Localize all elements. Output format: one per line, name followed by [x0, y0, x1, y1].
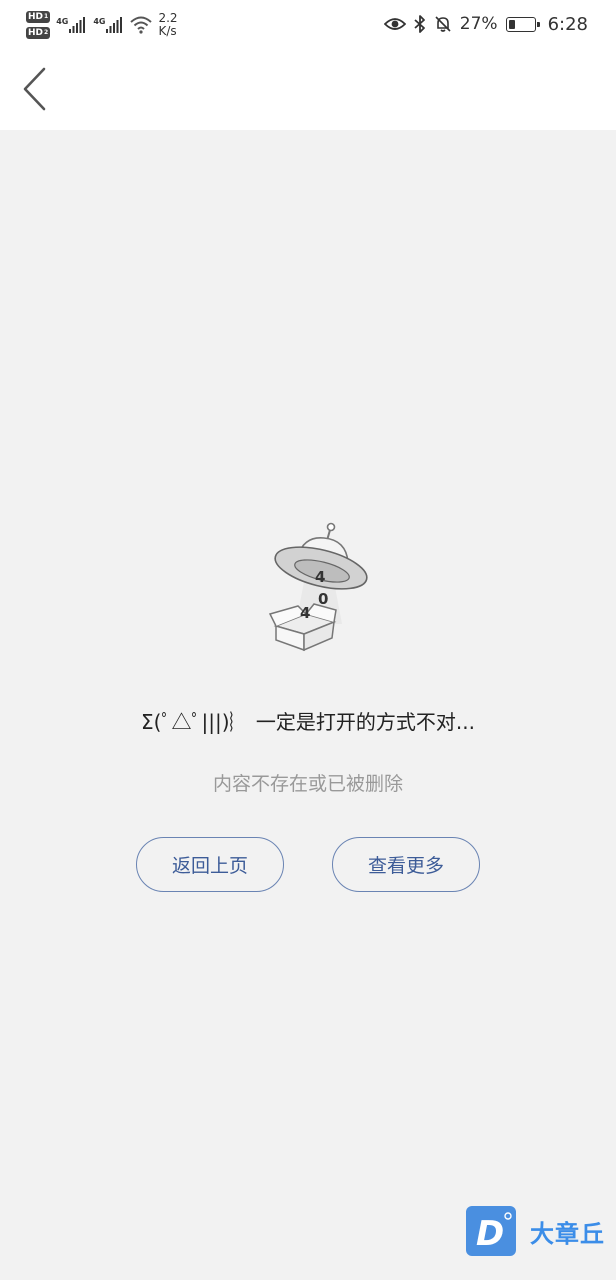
network-speed: 2.2 K/s: [158, 12, 177, 38]
chevron-left-icon: [23, 67, 46, 111]
status-left: HD 1 HD 2 4G 4G 2.2 K/s: [26, 8, 178, 42]
d-logo-icon: D: [466, 1206, 516, 1256]
view-more-button[interactable]: 查看更多: [332, 837, 480, 892]
network-2-label: 4G: [93, 17, 106, 26]
eye-icon: [383, 18, 406, 30]
watermark-logo: D 大章丘: [466, 1206, 612, 1256]
network-1-label: 4G: [56, 17, 69, 26]
wifi-icon: [130, 16, 153, 34]
back-button[interactable]: [10, 62, 60, 116]
status-right: 27% 6:28: [383, 10, 588, 38]
error-subtitle: 内容不存在或已被删除: [212, 773, 403, 795]
nav-bar: [0, 48, 616, 130]
signal-icon: [106, 17, 123, 33]
battery-percent: 27%: [459, 14, 498, 34]
go-back-button[interactable]: 返回上页: [136, 837, 284, 892]
clock: 6:28: [547, 13, 588, 35]
signal-icon: [69, 17, 86, 33]
svg-text:D: D: [476, 1214, 504, 1254]
sim1-hd-badge: HD 1: [26, 11, 51, 23]
watermark-text: 大章丘: [530, 1219, 605, 1248]
sim2-hd-badge: HD 2: [26, 27, 51, 39]
battery-fill: [508, 19, 515, 29]
speed-unit: K/s: [158, 24, 177, 38]
error-title: Σ(ﾟ△ﾟ|||)︴ 一定是打开的方式不对...: [141, 710, 475, 734]
network-2: 4G: [93, 17, 123, 33]
bluetooth-icon: [414, 15, 425, 33]
status-bar: HD 1 HD 2 4G 4G 2.2 K/s 27% 6:28: [0, 0, 616, 48]
sim-indicators: HD 1 HD 2: [26, 11, 51, 39]
digit-4-bottom: 4: [300, 604, 310, 622]
ufo-404-illustration: 4 0 4: [268, 522, 368, 652]
digit-4-top: 4: [315, 568, 325, 586]
bell-muted-icon: [435, 16, 451, 32]
error-screen: HD 1 HD 2 4G 4G 2.2 K/s 27% 6:28 4 0 4 Σ…: [0, 0, 616, 1280]
network-1: 4G: [56, 17, 86, 33]
battery-icon: [505, 16, 540, 32]
